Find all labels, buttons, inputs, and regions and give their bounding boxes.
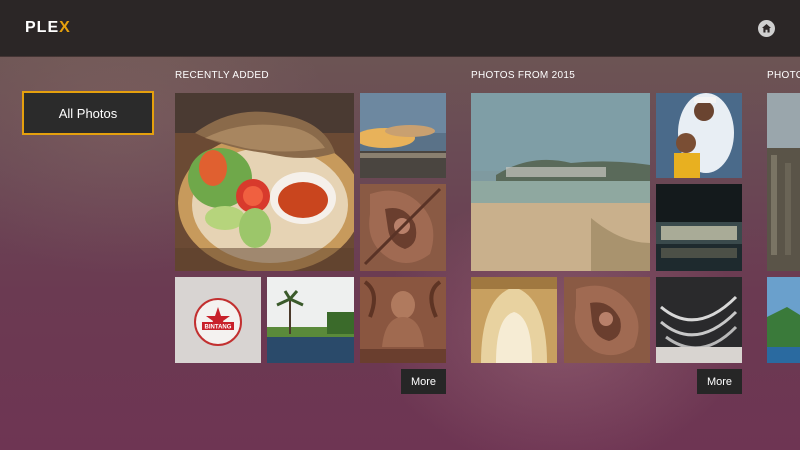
more-button-recently-added[interactable]: More	[401, 369, 446, 394]
home-icon[interactable]	[758, 20, 775, 37]
photo-tile-buddha-carving[interactable]	[360, 277, 446, 363]
section-title-partial: PHOTO	[767, 70, 800, 81]
photo-tile-dome-interior[interactable]	[471, 277, 557, 363]
photo-tile-chandelier[interactable]	[656, 277, 742, 363]
photo-tile-children[interactable]	[656, 93, 742, 178]
top-bar: PLEX	[0, 0, 800, 56]
section-title-photos-from-2015: PHOTOS FROM 2015	[471, 70, 576, 81]
photo-tile-bintang-coaster[interactable]: BINTANG	[175, 277, 261, 363]
photo-tile-night-building[interactable]	[656, 184, 742, 271]
more-button-photos-from-2015[interactable]: More	[697, 369, 742, 394]
photo-tile-wood-carving[interactable]	[360, 184, 446, 271]
section-title-recently-added: RECENTLY ADDED	[175, 70, 269, 81]
photo-tile-beach-town[interactable]	[471, 93, 650, 271]
plex-logo[interactable]: PLEX	[25, 19, 71, 37]
photo-tile-beach-sunset[interactable]	[360, 93, 446, 178]
photo-tile-wood-carving-2[interactable]	[564, 277, 650, 363]
photo-tile-palm-pool[interactable]	[267, 277, 354, 363]
photo-tile-coast-partial[interactable]	[767, 277, 800, 363]
all-photos-button[interactable]: All Photos	[22, 91, 154, 135]
photo-tile-ruins-partial[interactable]	[767, 93, 800, 271]
photo-tile-food[interactable]	[175, 93, 354, 271]
svg-text:BINTANG: BINTANG	[205, 325, 232, 331]
